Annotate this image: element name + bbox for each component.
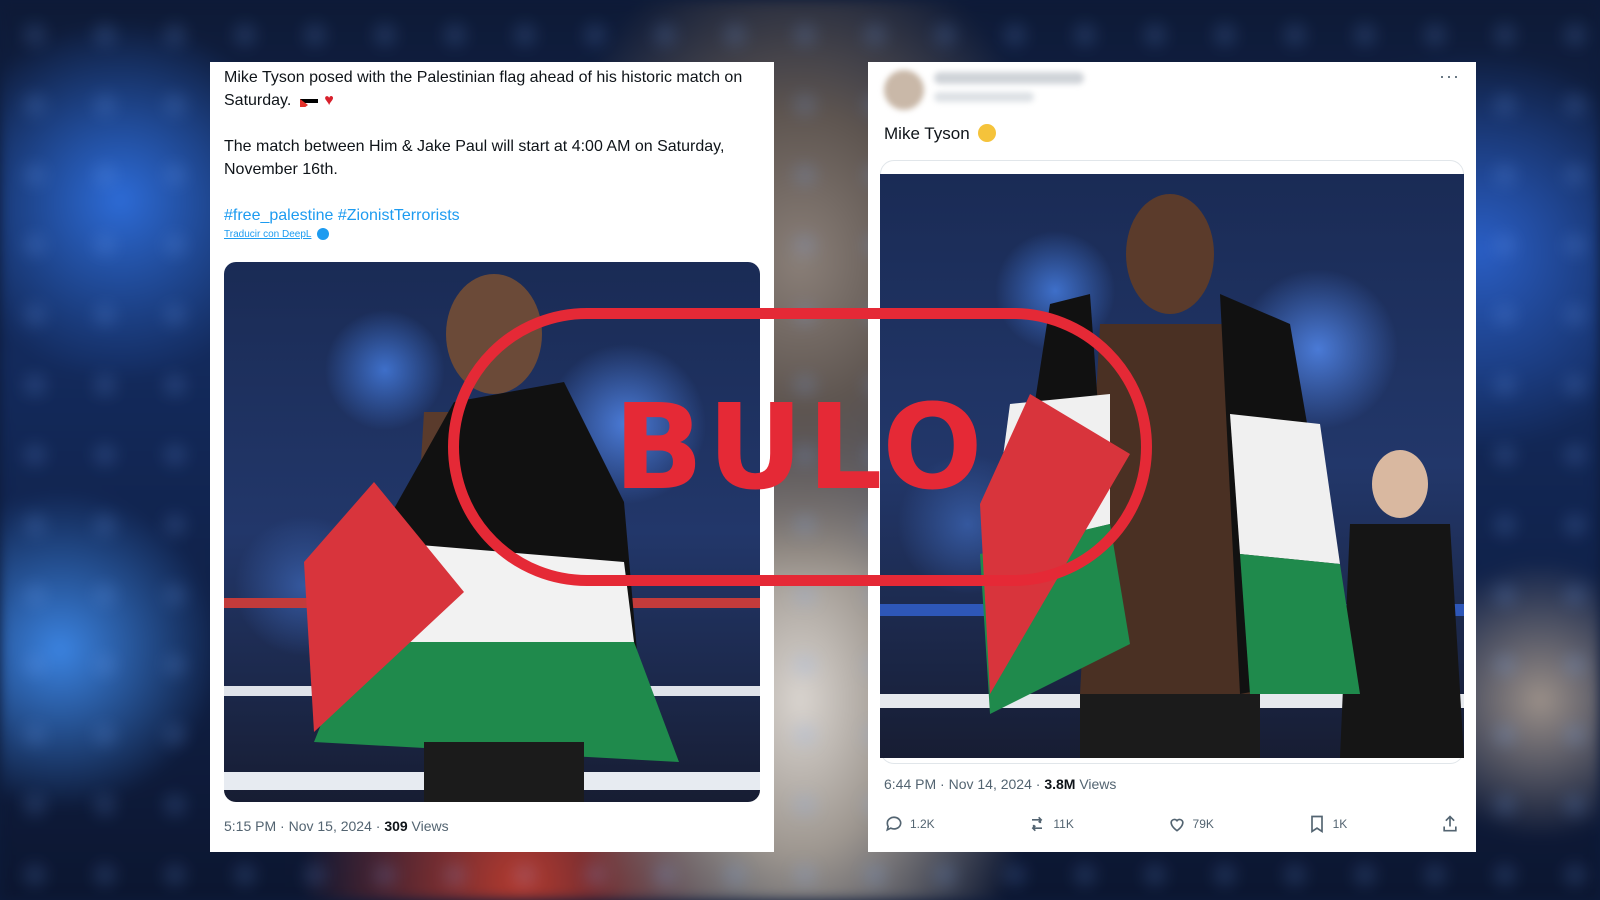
action-bar: 1.2K 11K 79K 1K: [884, 814, 1460, 834]
right-tweet-meta: 6:44 PM · Nov 14, 2024 · 3.8M Views: [884, 776, 1116, 792]
translate-link-row[interactable]: Traducir con DeepL: [224, 228, 330, 240]
fist-emoji: [978, 124, 997, 142]
right-tweet-views-label: Views: [1075, 776, 1117, 792]
avatar[interactable]: [884, 70, 924, 110]
like-icon: [1169, 818, 1184, 832]
like-button[interactable]: 79K: [1167, 814, 1214, 834]
bookmark-icon: [1310, 815, 1323, 834]
more-icon[interactable]: ···: [1439, 66, 1460, 87]
repost-button[interactable]: 11K: [1027, 814, 1074, 834]
left-tweet-views-label: Views: [407, 818, 449, 834]
right-tweet-views-count: 3.8M: [1044, 776, 1076, 792]
reply-count: 1.2K: [910, 817, 935, 831]
repost-count: 11K: [1053, 817, 1074, 831]
share-icon: [1443, 815, 1457, 832]
share-button[interactable]: [1440, 814, 1460, 834]
reply-icon: [886, 816, 902, 832]
left-tweet-hashtags[interactable]: #free_palestine #ZionistTerrorists: [224, 204, 764, 227]
repost-icon: [1032, 816, 1043, 832]
left-tweet-time[interactable]: 5:15 PM · Nov 15, 2024 ·: [224, 818, 384, 834]
verified-icon: [317, 228, 330, 240]
right-tweet-text-content: Mike Tyson: [884, 124, 970, 143]
bookmark-count: 1K: [1332, 817, 1348, 831]
flag-emoji: [299, 95, 318, 107]
right-tweet-text: Mike Tyson: [884, 124, 997, 144]
left-tweet-text: Mike Tyson posed with the Palestinian fl…: [224, 66, 764, 250]
heart-emoji: ♥: [324, 92, 334, 110]
left-tweet-views-count: 309: [384, 818, 408, 834]
hoax-stamp: BULO: [448, 308, 1152, 586]
translate-link[interactable]: Traducir con DeepL: [224, 229, 311, 240]
right-tweet-time[interactable]: 6:44 PM · Nov 14, 2024 ·: [884, 776, 1044, 792]
hoax-stamp-label: BULO: [613, 378, 987, 516]
left-tweet-line2: The match between Him & Jake Paul will s…: [224, 138, 725, 179]
blurred-username: [934, 72, 1084, 84]
left-tweet-meta: 5:15 PM · Nov 15, 2024 · 309 Views: [224, 818, 449, 834]
reply-button[interactable]: 1.2K: [884, 814, 935, 834]
bookmark-button[interactable]: 1K: [1307, 814, 1348, 834]
like-count: 79K: [1192, 817, 1214, 831]
blurred-handle: [934, 92, 1034, 102]
